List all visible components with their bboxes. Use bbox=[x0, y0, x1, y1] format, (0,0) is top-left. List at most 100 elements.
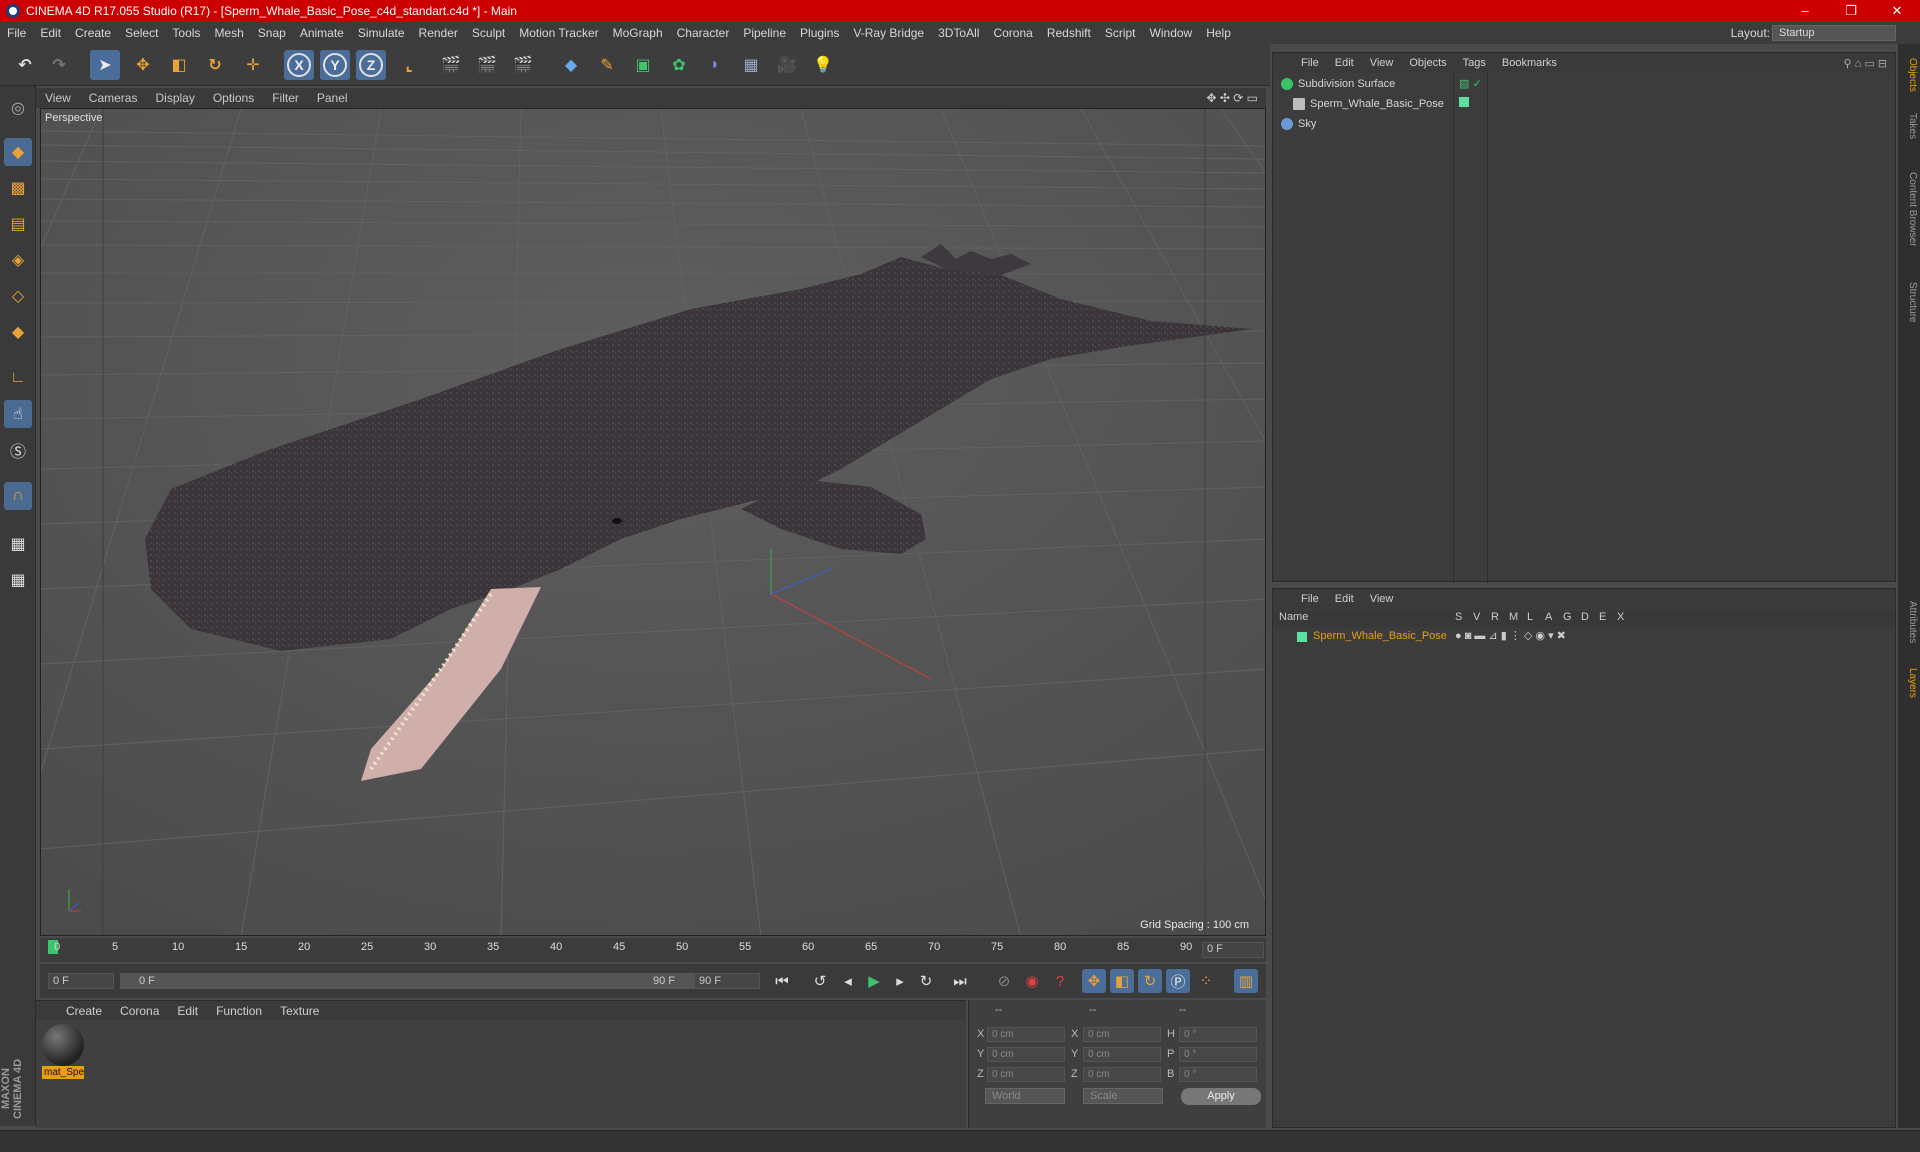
material-swatch[interactable]: mat_Spe bbox=[42, 1024, 84, 1080]
menu-create[interactable]: Create bbox=[68, 26, 118, 40]
play-icon[interactable]: ▶ bbox=[862, 969, 886, 993]
next-frame-icon[interactable]: ▸ bbox=[888, 969, 912, 993]
menu-animate[interactable]: Animate bbox=[293, 26, 351, 40]
material-menu-create[interactable]: Create bbox=[36, 1004, 111, 1018]
layer-menu-file[interactable]: File bbox=[1293, 593, 1327, 605]
menu-simulate[interactable]: Simulate bbox=[351, 26, 412, 40]
y-axis-lock-button[interactable]: Y bbox=[320, 50, 350, 80]
key-scale-icon[interactable]: ◧ bbox=[1110, 969, 1134, 993]
tab-layers[interactable]: Layers bbox=[1900, 660, 1918, 706]
close-button[interactable]: ✕ bbox=[1874, 3, 1920, 19]
coordinate-system-icon[interactable]: ⌞ bbox=[394, 50, 424, 80]
timeline-ruler[interactable]: 0 5 10 15 20 25 30 35 40 45 50 55 60 65 … bbox=[40, 938, 1266, 962]
maximize-button[interactable]: ❐ bbox=[1828, 3, 1874, 19]
menu-mograph[interactable]: MoGraph bbox=[606, 26, 670, 40]
menu-mesh[interactable]: Mesh bbox=[207, 26, 250, 40]
make-editable-icon[interactable]: ◎ bbox=[4, 94, 32, 122]
menu-sculpt[interactable]: Sculpt bbox=[465, 26, 512, 40]
menu-character[interactable]: Character bbox=[670, 26, 737, 40]
material-menu-edit[interactable]: Edit bbox=[168, 1004, 207, 1018]
menu-redshift[interactable]: Redshift bbox=[1040, 26, 1098, 40]
object-menu-file[interactable]: File bbox=[1293, 57, 1327, 69]
previous-frame-icon[interactable]: ◂ bbox=[836, 969, 860, 993]
go-to-end-icon[interactable]: ⏭ bbox=[948, 969, 972, 993]
subdivision-icon[interactable]: ▣ bbox=[628, 50, 658, 80]
object-menu-edit[interactable]: Edit bbox=[1327, 57, 1362, 69]
tab-structure[interactable]: Structure bbox=[1900, 272, 1918, 332]
object-row-whale[interactable]: Sperm_Whale_Basic_Pose bbox=[1293, 95, 1444, 113]
viewport-menu-cameras[interactable]: Cameras bbox=[80, 91, 147, 105]
menu-plugins[interactable]: Plugins bbox=[793, 26, 846, 40]
texture-mode-icon[interactable]: ▩ bbox=[4, 174, 32, 202]
floor-icon[interactable]: ▦ bbox=[736, 50, 766, 80]
end-frame-field[interactable]: 90 F bbox=[694, 973, 760, 989]
menu-script[interactable]: Script bbox=[1098, 26, 1143, 40]
menu-motion-tracker[interactable]: Motion Tracker bbox=[512, 26, 605, 40]
object-visibility-check-icon[interactable]: ▨ ✓ bbox=[1459, 77, 1482, 90]
object-menu-objects[interactable]: Objects bbox=[1401, 57, 1454, 69]
layer-row[interactable]: Sperm_Whale_Basic_Pose ● ◙ ▬ ⊿ ▮ ⋮ ◇ ◉ ▾… bbox=[1273, 629, 1895, 645]
tab-content-browser[interactable]: Content Browser bbox=[1900, 154, 1918, 264]
layer-menu-edit[interactable]: Edit bbox=[1327, 593, 1362, 605]
layer-color-swatch[interactable] bbox=[1297, 632, 1307, 642]
viewport-menu-display[interactable]: Display bbox=[146, 91, 203, 105]
grid-lock-icon[interactable]: ▦ bbox=[4, 530, 32, 558]
mograph-cloner-icon[interactable]: ✿ bbox=[664, 50, 694, 80]
axis-mode-icon[interactable]: ∟ bbox=[4, 364, 32, 392]
object-manager-search-icon[interactable]: ⚲ ⌂ ▭ ⊟ bbox=[1844, 57, 1895, 70]
menu-pipeline[interactable]: Pipeline bbox=[736, 26, 793, 40]
workplane-icon[interactable]: ▤ bbox=[4, 210, 32, 238]
minimize-button[interactable]: – bbox=[1782, 3, 1828, 19]
render-picture-viewer-icon[interactable]: 🎬 bbox=[472, 50, 502, 80]
previous-key-icon[interactable]: ↺ bbox=[808, 969, 832, 993]
frame-range-slider[interactable]: 0 F 90 F bbox=[120, 973, 694, 989]
object-menu-tags[interactable]: Tags bbox=[1455, 57, 1494, 69]
record-keys-icon[interactable]: ⊘ bbox=[992, 969, 1016, 993]
camera-icon[interactable]: 🎥 bbox=[772, 50, 802, 80]
timeline-window-icon[interactable]: ▥ bbox=[1234, 969, 1258, 993]
magnet-icon[interactable]: ∩ bbox=[4, 482, 32, 510]
size-z-field[interactable]: 0 cm bbox=[1083, 1067, 1161, 1082]
position-z-field[interactable]: 0 cm bbox=[987, 1067, 1065, 1082]
viewport-menu-filter[interactable]: Filter bbox=[263, 91, 308, 105]
layout-select[interactable]: Startup bbox=[1772, 25, 1896, 41]
rotation-b-field[interactable]: 0 ° bbox=[1179, 1067, 1257, 1082]
layer-toggle-icons[interactable]: ● ◙ ▬ ⊿ ▮ ⋮ ◇ ◉ ▾ ✖ bbox=[1455, 629, 1566, 642]
next-key-icon[interactable]: ↻ bbox=[914, 969, 938, 993]
go-to-start-icon[interactable]: ⏮ bbox=[770, 969, 794, 993]
x-axis-lock-button[interactable]: X bbox=[284, 50, 314, 80]
deformer-icon[interactable]: ◗ bbox=[700, 50, 730, 80]
3d-viewport[interactable]: Perspective Grid Spacing : 100 cm bbox=[40, 108, 1266, 936]
select-arrow-icon[interactable]: ➤ bbox=[90, 50, 120, 80]
apply-button[interactable]: Apply bbox=[1181, 1088, 1261, 1105]
scale-icon[interactable]: ◧ bbox=[164, 50, 194, 80]
viewport-menu-view[interactable]: View bbox=[36, 91, 80, 105]
current-frame-field[interactable]: 0 F bbox=[1202, 942, 1264, 958]
key-rotation-icon[interactable]: ↻ bbox=[1138, 969, 1162, 993]
menu-3dtoall[interactable]: 3DToAll bbox=[931, 26, 986, 40]
grid-snap-icon[interactable]: ▦ bbox=[4, 566, 32, 594]
position-y-field[interactable]: 0 cm bbox=[987, 1047, 1065, 1062]
material-menu-corona[interactable]: Corona bbox=[111, 1004, 168, 1018]
key-parameter-icon[interactable]: Ⓟ bbox=[1166, 969, 1190, 993]
object-row-subdivision-surface[interactable]: Subdivision Surface bbox=[1281, 75, 1395, 93]
render-settings-icon[interactable]: 🎬 bbox=[508, 50, 538, 80]
points-mode-icon[interactable]: ◈ bbox=[4, 246, 32, 274]
rotate-icon[interactable]: ↻ bbox=[200, 50, 230, 80]
key-pla-icon[interactable]: ⁘ bbox=[1194, 969, 1218, 993]
light-icon[interactable]: 💡 bbox=[808, 50, 838, 80]
menu-vray-bridge[interactable]: V-Ray Bridge bbox=[846, 26, 931, 40]
pen-spline-icon[interactable]: ✎ bbox=[592, 50, 622, 80]
object-menu-bookmarks[interactable]: Bookmarks bbox=[1494, 57, 1565, 69]
tweak-mode-icon[interactable]: ☝ bbox=[4, 400, 32, 428]
object-menu-view[interactable]: View bbox=[1362, 57, 1402, 69]
z-axis-lock-button[interactable]: Z bbox=[356, 50, 386, 80]
undo-icon[interactable]: ↶ bbox=[10, 50, 40, 80]
rotation-h-field[interactable]: 0 ° bbox=[1179, 1027, 1257, 1042]
size-y-field[interactable]: 0 cm bbox=[1083, 1047, 1161, 1062]
menu-corona[interactable]: Corona bbox=[986, 26, 1039, 40]
layer-color-tag[interactable] bbox=[1459, 97, 1469, 107]
key-position-icon[interactable]: ✥ bbox=[1082, 969, 1106, 993]
material-menu-texture[interactable]: Texture bbox=[271, 1004, 328, 1018]
menu-render[interactable]: Render bbox=[412, 26, 465, 40]
